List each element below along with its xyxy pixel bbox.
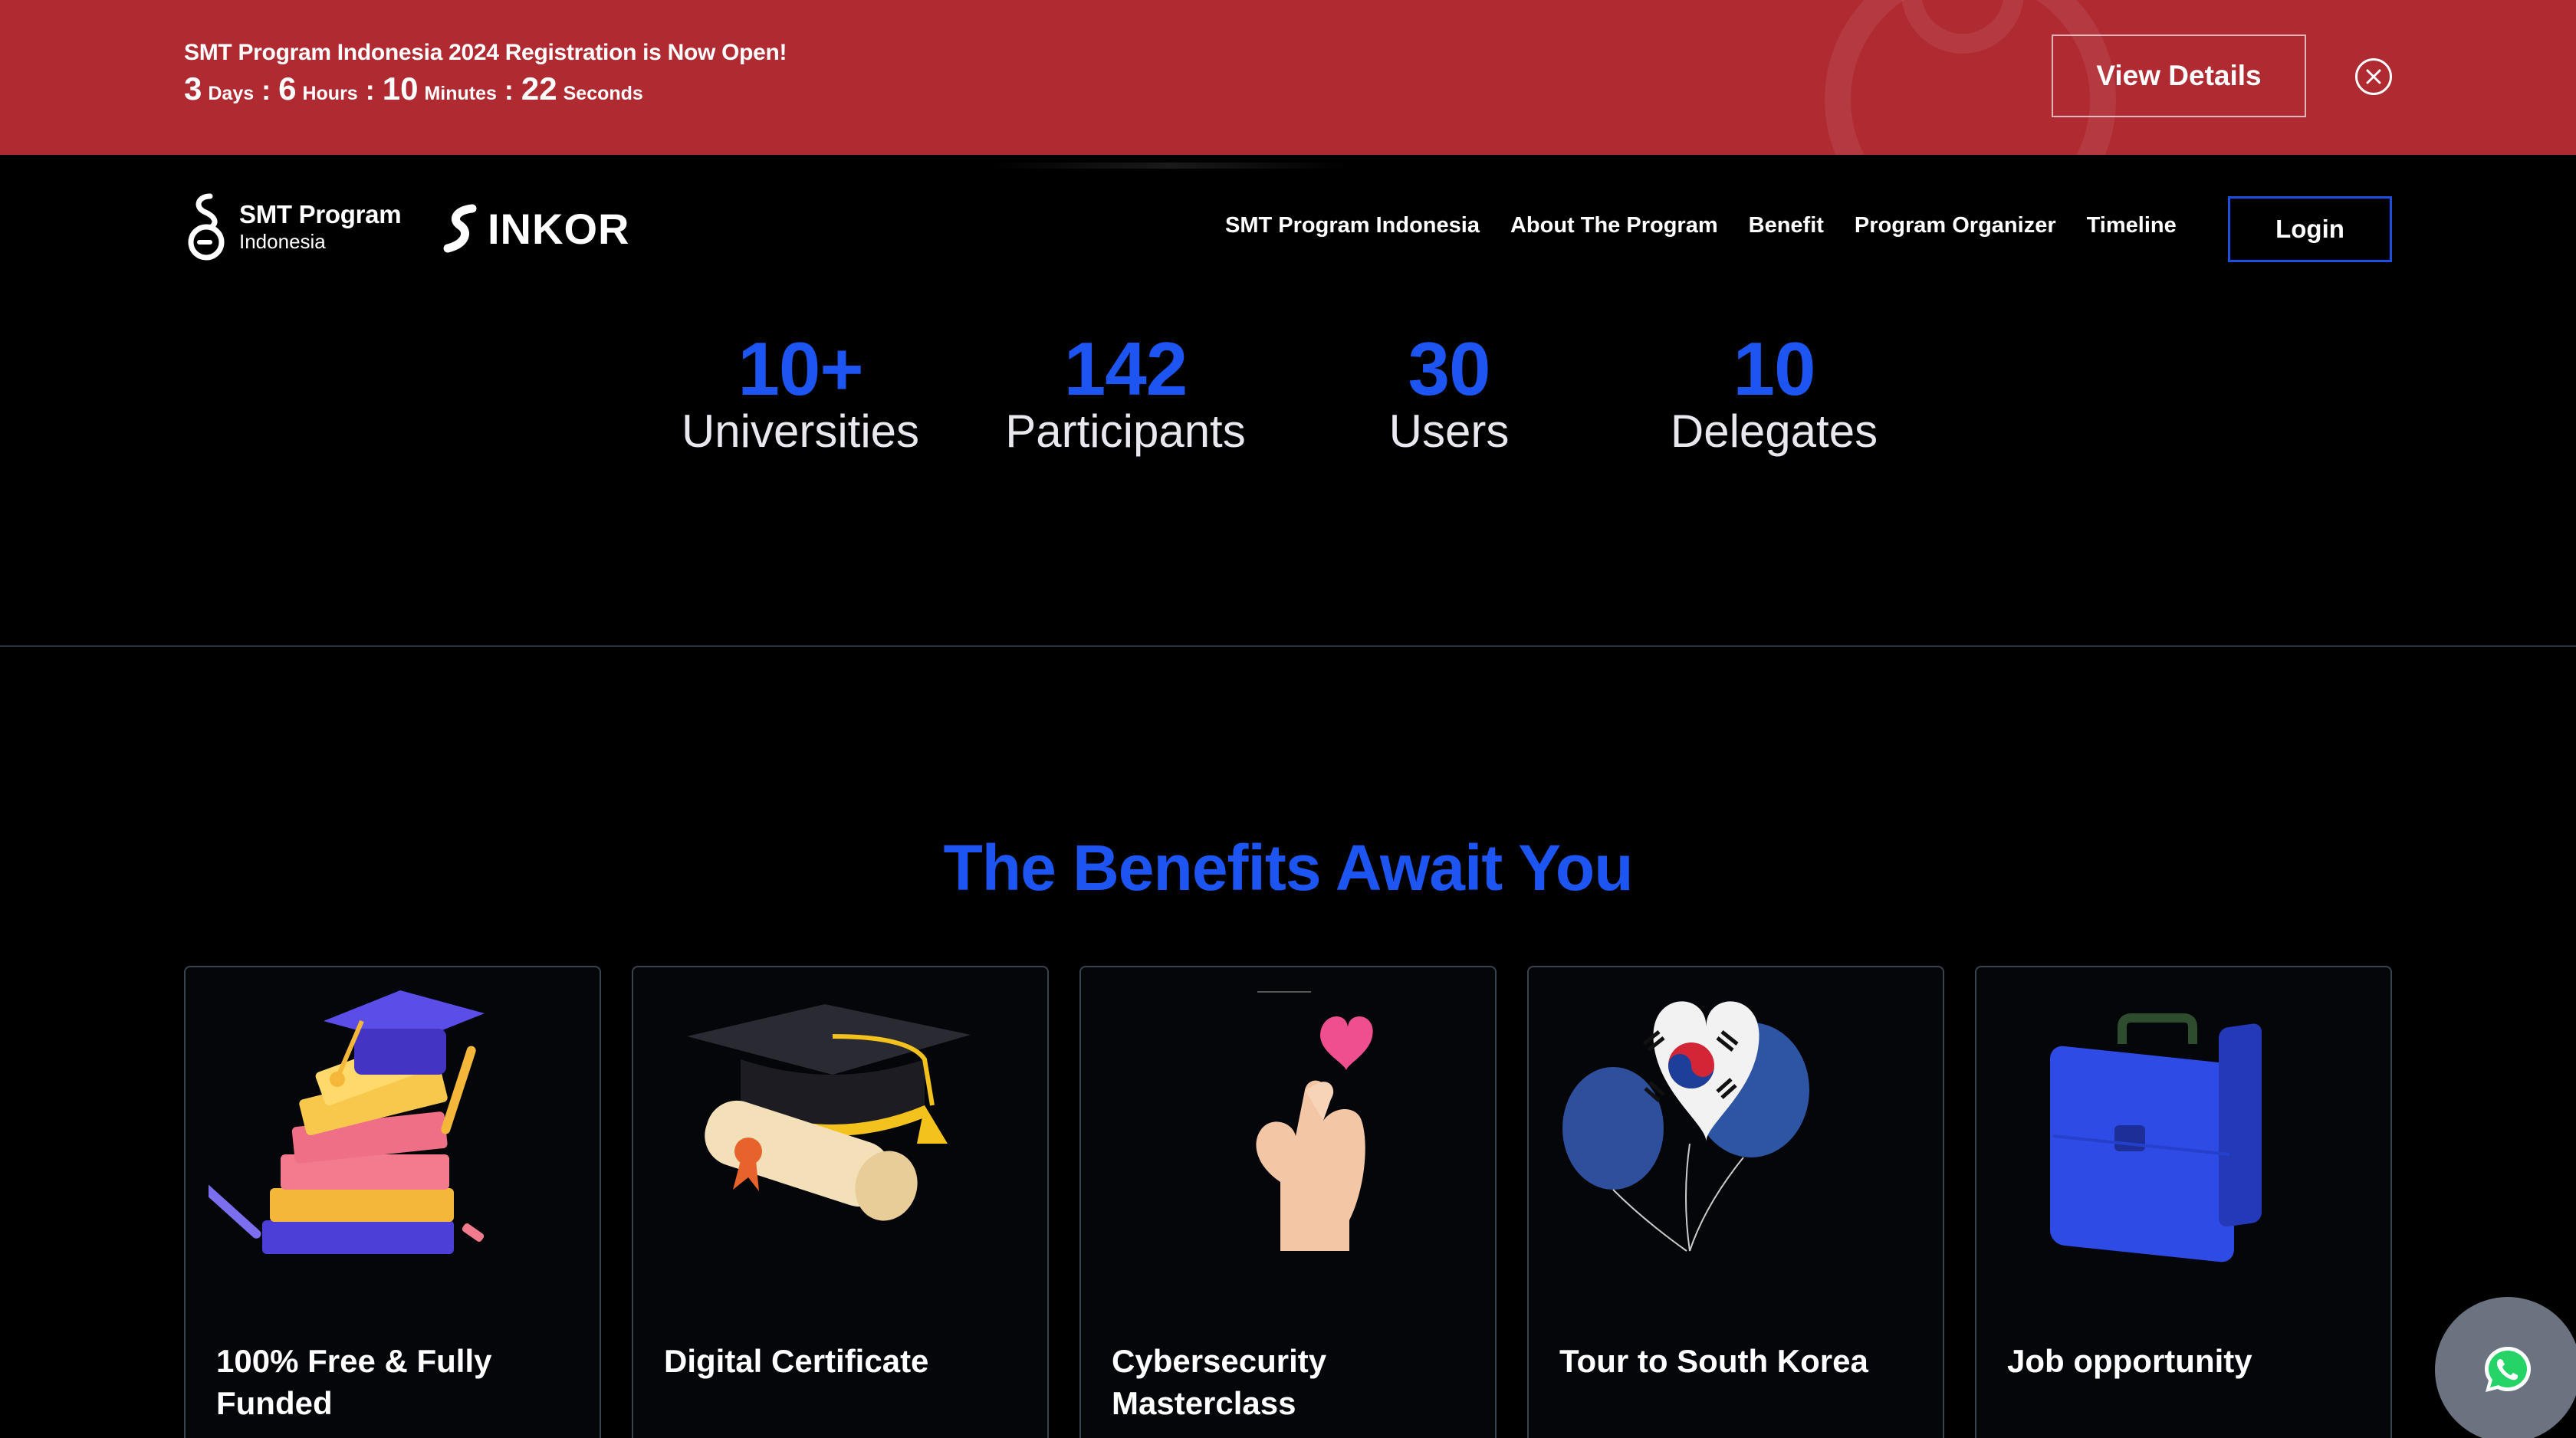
countdown-minutes: 10 (382, 71, 419, 107)
briefcase-icon (2050, 1013, 2262, 1262)
stat-value: 30 (1408, 327, 1490, 411)
inkor-logo[interactable]: INKOR (440, 202, 629, 254)
stat-value: 10 (1733, 327, 1815, 411)
benefit-card-title: Cybersecurity Masterclass (1112, 1343, 1327, 1422)
site-header: SMT Program Indonesia INKOR SMT Program … (0, 155, 2576, 308)
benefit-card-tour-korea[interactable]: Tour to South Korea (1527, 966, 1944, 1438)
login-button[interactable]: Login (2228, 196, 2392, 262)
korea-balloons-icon (1562, 1001, 1809, 1252)
stat-universities: 10+ Universities (647, 331, 954, 457)
nav-program-organizer[interactable]: Program Organizer (1855, 213, 2056, 238)
countdown-separator: : (365, 74, 375, 106)
stat-label: Universities (681, 405, 920, 457)
inkor-logo-text: INKOR (488, 204, 630, 253)
benefit-card-cybersecurity[interactable]: Cybersecurity Masterclass (1079, 966, 1497, 1438)
view-details-button[interactable]: View Details (2052, 34, 2306, 117)
whatsapp-icon (2485, 1347, 2531, 1392)
books-graduation-icon (209, 990, 485, 1254)
section-divider (0, 645, 2576, 647)
benefit-card-title: Digital Certificate (664, 1343, 929, 1379)
benefit-card-job-opportunity[interactable]: Job opportunity (1975, 966, 2392, 1438)
close-icon (2366, 69, 2381, 84)
registration-countdown: 3 Days : 6 Hours : 10 Minutes : 22 Secon… (184, 71, 651, 107)
graduation-cap-diploma-icon (687, 1004, 971, 1221)
benefit-card-title: Tour to South Korea (1559, 1343, 1868, 1379)
smt-program-logo[interactable]: SMT Program Indonesia (184, 192, 402, 262)
benefit-card-title: 100% Free & Fully Funded (216, 1343, 492, 1422)
smt-logo-title: SMT Program (239, 200, 402, 229)
smt-logo-icon (188, 193, 225, 261)
announcement-banner: SMT Program Indonesia 2024 Registration … (0, 0, 2576, 155)
benefit-card-free-funded[interactable]: 100% Free & Fully Funded (184, 966, 601, 1438)
countdown-separator: : (261, 74, 271, 106)
nav-about-the-program[interactable]: About The Program (1510, 213, 1718, 238)
countdown-days-label: Days (208, 83, 255, 104)
banner-title: SMT Program Indonesia 2024 Registration … (184, 40, 787, 65)
nav-benefit[interactable]: Benefit (1749, 213, 1824, 238)
stat-participants: 142 Participants (972, 331, 1279, 457)
countdown-seconds-label: Seconds (563, 83, 643, 104)
countdown-hours: 6 (278, 71, 297, 107)
countdown-separator: : (504, 74, 514, 106)
smt-logo-subtitle: Indonesia (239, 229, 326, 253)
countdown-hours-label: Hours (302, 83, 358, 104)
countdown-minutes-label: Minutes (424, 83, 497, 104)
close-banner-button[interactable] (2355, 58, 2392, 95)
stat-users: 30 Users (1296, 331, 1602, 457)
benefits-title: The Benefits Await You (943, 832, 1633, 904)
main-nav: SMT Program Indonesia About The Program … (1225, 213, 2177, 238)
hero-ghost-decoration (989, 163, 1349, 169)
stat-label: Participants (1005, 405, 1246, 457)
whatsapp-button[interactable] (2435, 1297, 2576, 1438)
nav-timeline[interactable]: Timeline (2087, 213, 2177, 238)
countdown-days: 3 (184, 71, 202, 107)
inkor-logo-icon (443, 204, 477, 253)
stat-delegates: 10 Delegates (1621, 331, 1927, 457)
stat-label: Delegates (1670, 405, 1878, 457)
benefit-card-title: Job opportunity (2007, 1343, 2252, 1379)
benefit-card-digital-certificate[interactable]: Digital Certificate (632, 966, 1049, 1438)
stat-label: Users (1388, 405, 1510, 457)
stat-value: 10+ (738, 327, 863, 411)
stat-value: 142 (1063, 327, 1188, 411)
countdown-seconds: 22 (521, 71, 557, 107)
finger-heart-icon (1256, 991, 1373, 1251)
nav-smt-program-indonesia[interactable]: SMT Program Indonesia (1225, 213, 1480, 238)
